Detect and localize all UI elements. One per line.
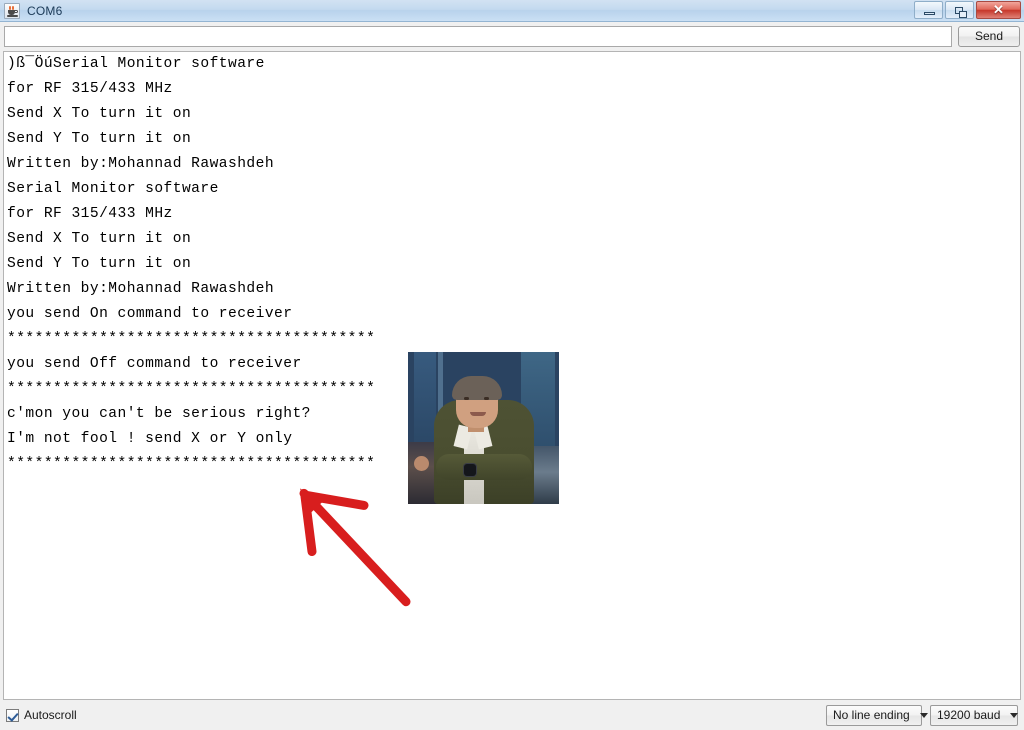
console-line: for RF 315/433 MHz <box>7 206 173 222</box>
console-line: Written by:Mohannad Rawashdeh <box>7 281 275 297</box>
console-line: Send Y To turn it on <box>7 131 192 147</box>
minimize-icon <box>924 12 935 15</box>
window-title: COM6 <box>27 3 63 18</box>
baud-rate-dropdown[interactable]: 19200 baud <box>930 704 1019 726</box>
line-ending-dropdown[interactable]: No line ending <box>826 704 928 726</box>
console-line: Send X To turn it on <box>7 106 192 122</box>
console-line: Send Y To turn it on <box>7 256 192 272</box>
photo-of-man-with-arms-crossed <box>408 352 559 504</box>
console-output-panel[interactable]: )ß¯ÖúSerial Monitor software for RF 315/4… <box>3 51 1021 700</box>
console-line: Serial Monitor software <box>7 181 219 197</box>
line-ending-value: No line ending <box>833 708 910 722</box>
console-line: **************************************** <box>7 331 376 347</box>
title-bar-left: COM6 <box>0 2 63 19</box>
console-line: for RF 315/433 MHz <box>7 81 173 97</box>
baud-rate-value: 19200 baud <box>937 708 1001 722</box>
close-icon: ✕ <box>993 2 1004 17</box>
autoscroll-toggle[interactable]: Autoscroll <box>6 708 77 722</box>
console-line: )ß¯ÖúSerial Monitor software <box>7 56 265 72</box>
restore-icon <box>955 7 967 18</box>
autoscroll-checkbox[interactable] <box>6 708 19 722</box>
minimize-button[interactable] <box>914 1 943 19</box>
console-line: Written by:Mohannad Rawashdeh <box>7 156 275 172</box>
chevron-down-icon <box>919 712 928 718</box>
console-line: Send X To turn it on <box>7 231 192 247</box>
serial-send-input[interactable] <box>4 26 952 47</box>
chevron-down-icon <box>1010 712 1019 718</box>
window-controls: ✕ <box>914 1 1021 19</box>
close-button[interactable]: ✕ <box>976 1 1021 19</box>
serial-monitor-window: COM6 ✕ Send )ß¯ÖúSerial Monitor software… <box>0 0 1024 730</box>
title-bar: COM6 ✕ <box>0 0 1024 22</box>
restore-button[interactable] <box>945 1 974 19</box>
send-button[interactable]: Send <box>958 26 1020 47</box>
status-bar: Autoscroll No line ending 19200 baud <box>0 700 1024 730</box>
java-coffee-cup-icon <box>4 2 20 19</box>
send-bar: Send <box>0 22 1024 51</box>
console-line: you send On command to receiver <box>7 306 293 322</box>
autoscroll-label: Autoscroll <box>24 708 77 722</box>
